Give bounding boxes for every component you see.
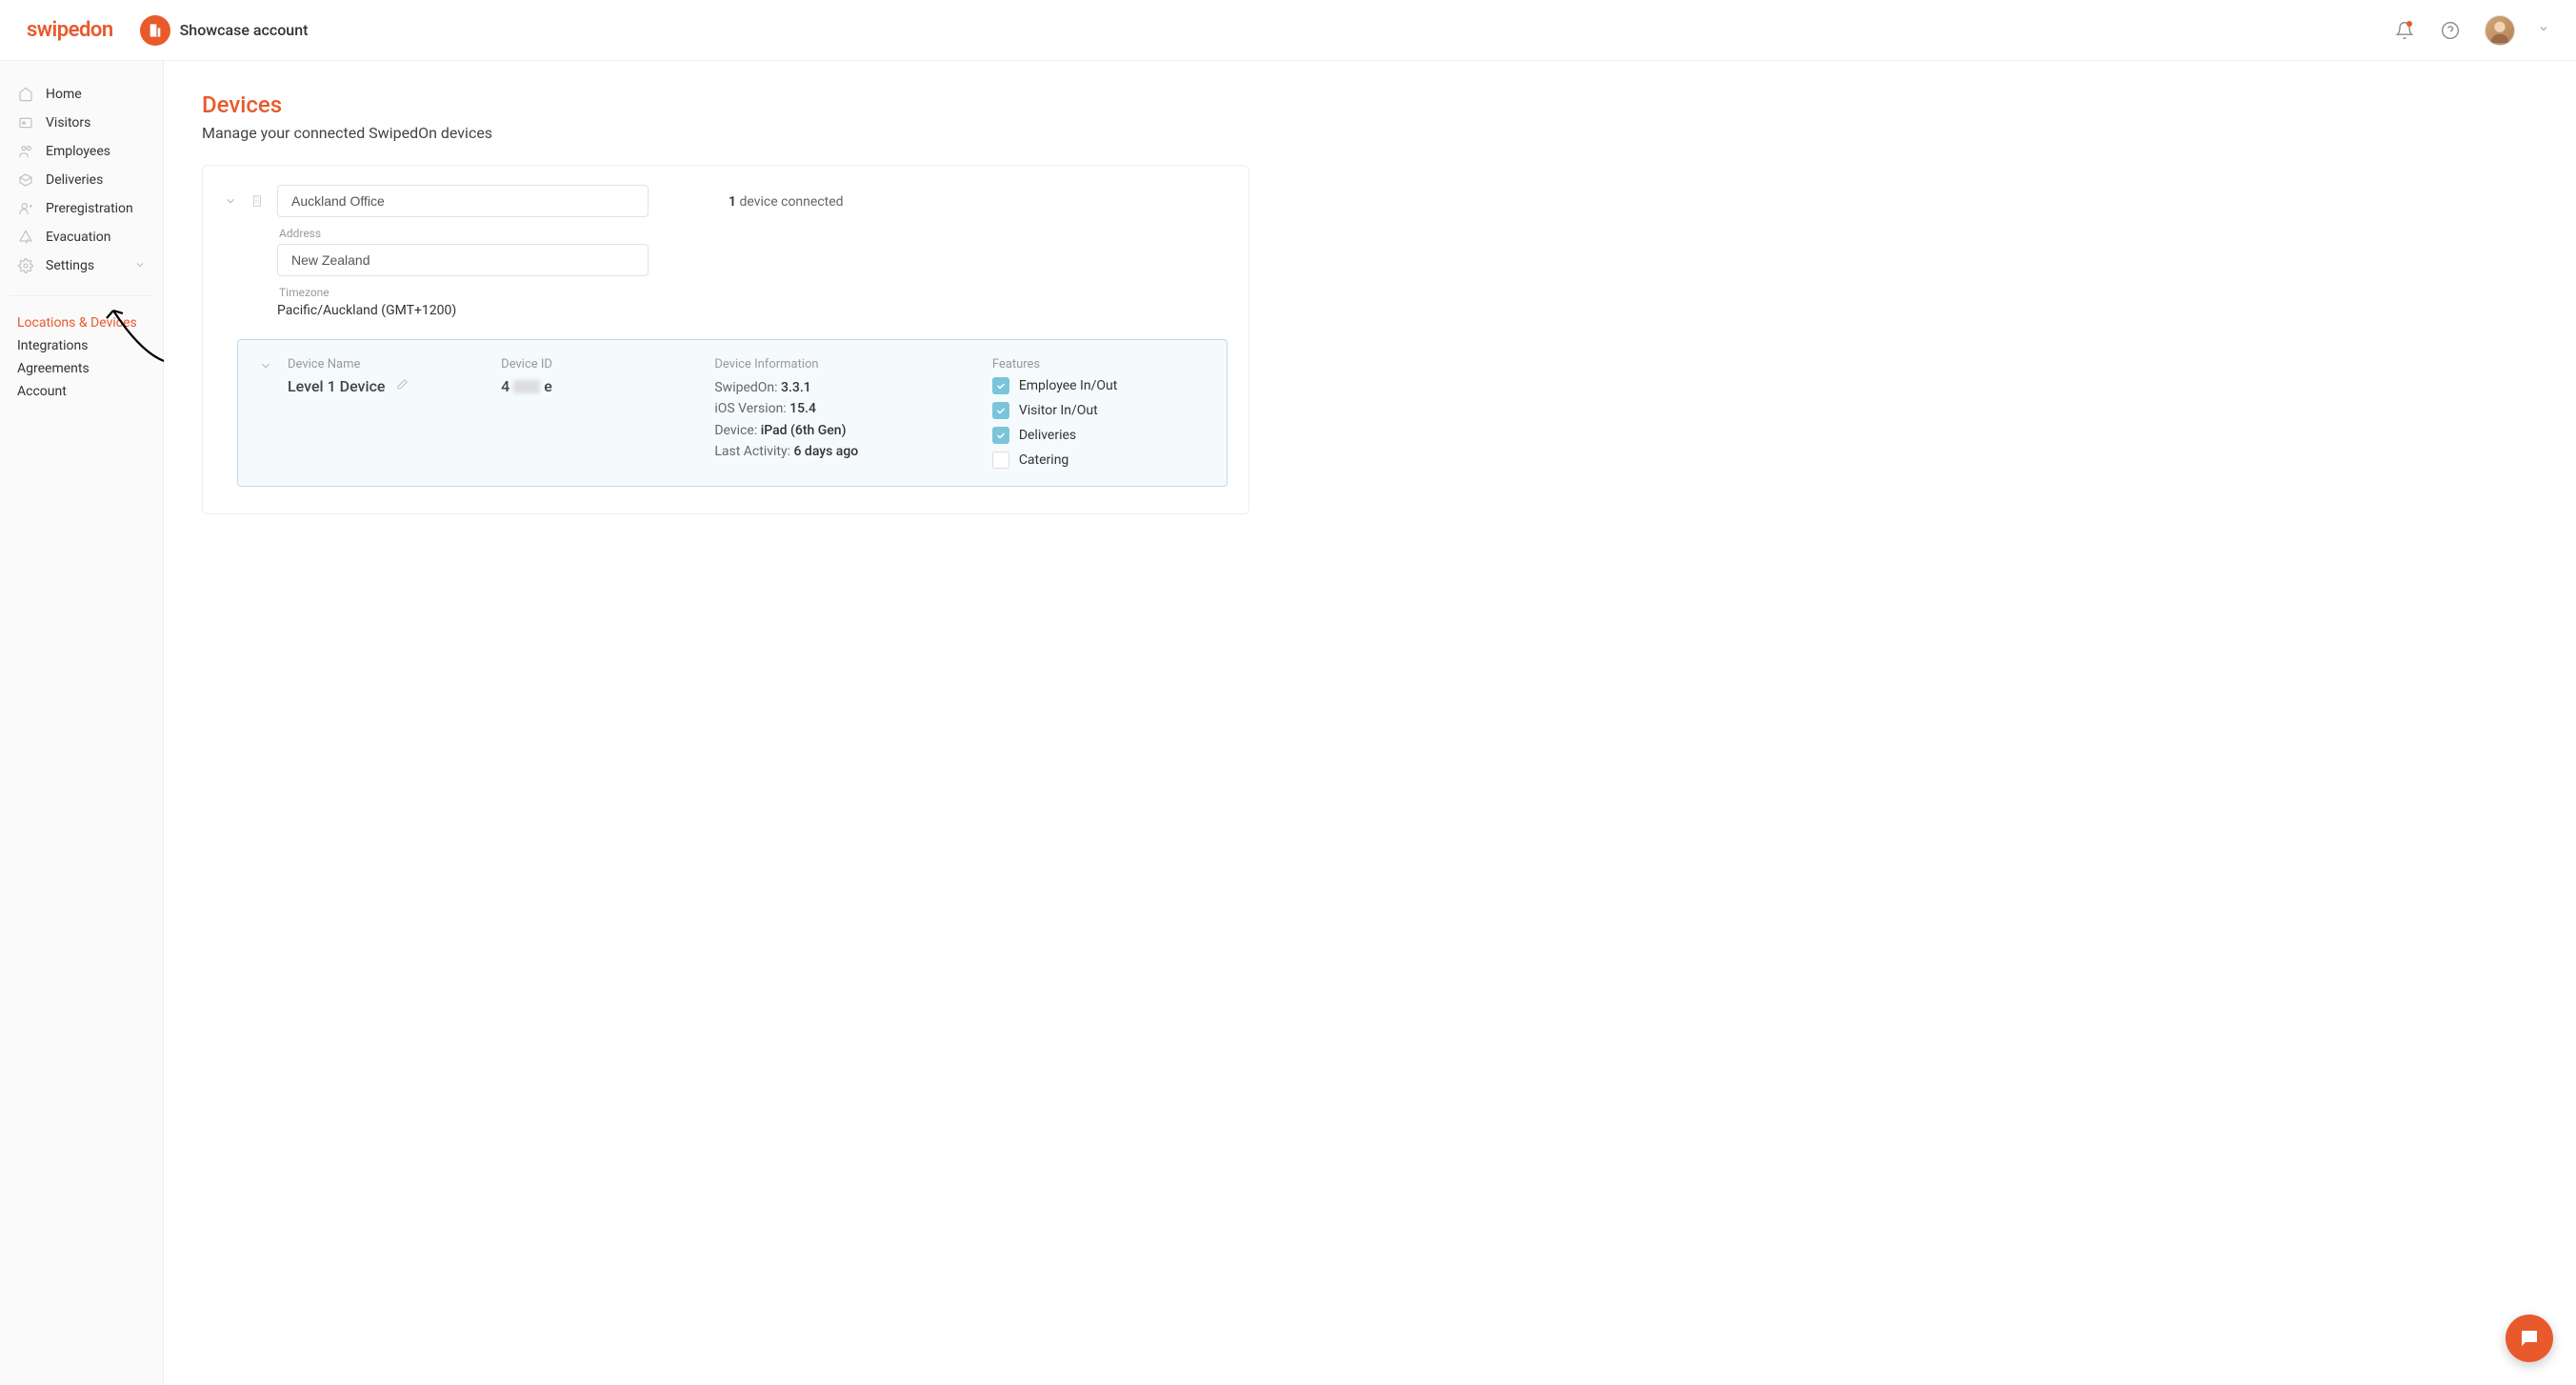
device-count-suffix: device connected: [736, 194, 844, 210]
subnav-agreements[interactable]: Agreements: [17, 357, 146, 380]
device-count-status: 1 device connected: [729, 194, 844, 210]
top-header: swipedon Showcase account: [0, 0, 2576, 61]
sidebar-item-label: Evacuation: [46, 230, 110, 245]
help-icon: [2441, 21, 2460, 40]
home-icon: [17, 86, 34, 103]
evacuation-icon: [17, 229, 34, 246]
sidebar-item-evacuation[interactable]: Evacuation: [0, 223, 163, 251]
info-activity-label: Last Activity:: [714, 444, 793, 459]
feature-label: Catering: [1019, 452, 1068, 468]
device-name: Level 1 Device: [288, 377, 386, 395]
device-row: Device Name Level 1 Device Device ID 4 e: [237, 339, 1228, 487]
chat-icon: [2518, 1327, 2541, 1350]
feature-employee-inout: Employee In/Out: [992, 377, 1206, 394]
page-subtitle: Manage your connected SwipedOn devices: [202, 124, 2538, 142]
subnav-account[interactable]: Account: [17, 380, 146, 403]
location-card: Address Timezone Pacific/Auckland (GMT+1…: [202, 165, 1249, 514]
notification-dot: [2406, 21, 2412, 27]
help-button[interactable]: [2439, 19, 2462, 42]
deliveries-icon: [17, 171, 34, 189]
address-label: Address: [279, 227, 649, 240]
sidebar-item-deliveries[interactable]: Deliveries: [0, 166, 163, 194]
sidebar-item-settings[interactable]: Settings: [0, 251, 163, 280]
timezone-label: Timezone: [279, 286, 649, 299]
chevron-down-icon: [134, 259, 146, 273]
info-ios-label: iOS Version:: [714, 401, 789, 416]
subnav-integrations[interactable]: Integrations: [17, 334, 146, 357]
sidebar-item-home[interactable]: Home: [0, 80, 163, 109]
location-name-input[interactable]: [277, 185, 649, 217]
office-icon: [250, 194, 264, 211]
device-collapse-toggle[interactable]: [259, 359, 288, 376]
timezone-value: Pacific/Auckland (GMT+1200): [277, 303, 649, 318]
feature-checkbox-catering[interactable]: [992, 452, 1009, 469]
nav-divider: [10, 295, 153, 296]
feature-label: Deliveries: [1019, 428, 1076, 443]
page-title: Devices: [202, 91, 2538, 118]
device-id-redacted: [513, 380, 540, 393]
column-header-features: Features: [992, 357, 1206, 371]
feature-visitor-inout: Visitor In/Out: [992, 402, 1206, 419]
logo[interactable]: swipedon: [27, 18, 113, 42]
sidebar-item-label: Visitors: [46, 115, 90, 130]
location-address-input[interactable]: [277, 244, 649, 276]
account-badge[interactable]: [140, 15, 170, 46]
sidebar-item-label: Employees: [46, 144, 110, 159]
info-swipedon-value: 3.3.1: [781, 380, 811, 395]
building-icon: [148, 23, 163, 38]
feature-checkbox-deliveries[interactable]: [992, 427, 1009, 444]
employees-icon: [17, 143, 34, 160]
subnav-locations-devices[interactable]: Locations & Devices: [17, 311, 146, 334]
info-device-value: iPad (6th Gen): [761, 423, 847, 438]
user-menu-caret[interactable]: [2538, 23, 2549, 37]
primary-nav: Home Visitors Employees Deliveries Prere…: [0, 80, 163, 280]
feature-label: Employee In/Out: [1019, 378, 1117, 393]
settings-subnav: Locations & Devices Integrations Agreeme…: [0, 311, 163, 403]
sidebar-item-label: Settings: [46, 258, 94, 273]
device-features-column: Features Employee In/Out Visitor In/Out: [992, 357, 1206, 469]
sidebar: Home Visitors Employees Deliveries Prere…: [0, 61, 164, 1385]
header-right: [2393, 15, 2549, 46]
sidebar-item-visitors[interactable]: Visitors: [0, 109, 163, 137]
chevron-down-icon: [224, 194, 237, 208]
gear-icon: [17, 257, 34, 274]
info-swipedon-label: SwipedOn:: [714, 380, 781, 395]
info-activity-value: 6 days ago: [794, 444, 859, 459]
account-name[interactable]: Showcase account: [180, 21, 309, 39]
column-header-name: Device Name: [288, 357, 501, 371]
sidebar-item-label: Home: [46, 87, 82, 102]
device-name-column: Device Name Level 1 Device: [288, 357, 501, 395]
feature-catering: Catering: [992, 452, 1206, 469]
chat-launcher[interactable]: [2506, 1315, 2553, 1362]
device-id-column: Device ID 4 e: [501, 357, 714, 395]
preregistration-icon: [17, 200, 34, 217]
avatar[interactable]: [2485, 15, 2515, 46]
feature-label: Visitor In/Out: [1019, 403, 1098, 418]
chevron-down-icon: [2538, 23, 2549, 34]
location-collapse-toggle[interactable]: [224, 194, 237, 211]
visitors-icon: [17, 114, 34, 131]
header-left: swipedon Showcase account: [27, 15, 308, 46]
sidebar-item-label: Deliveries: [46, 172, 103, 188]
main-content: Devices Manage your connected SwipedOn d…: [164, 61, 2576, 1385]
device-id-prefix: 4: [501, 377, 509, 395]
column-header-id: Device ID: [501, 357, 714, 371]
sidebar-item-label: Preregistration: [46, 201, 133, 216]
device-count-number: 1: [729, 194, 736, 210]
chevron-down-icon: [259, 359, 272, 372]
sidebar-item-preregistration[interactable]: Preregistration: [0, 194, 163, 223]
edit-device-name-button[interactable]: [395, 378, 409, 395]
feature-checkbox-visitor[interactable]: [992, 402, 1009, 419]
feature-deliveries: Deliveries: [992, 427, 1206, 444]
column-header-info: Device Information: [714, 357, 991, 371]
pencil-icon: [395, 378, 409, 391]
feature-checkbox-employee[interactable]: [992, 377, 1009, 394]
info-ios-value: 15.4: [789, 401, 816, 416]
device-id-suffix: e: [544, 377, 552, 395]
avatar-image: [2486, 15, 2514, 46]
device-info-column: Device Information SwipedOn: 3.3.1 iOS V…: [714, 357, 991, 463]
info-device-label: Device:: [714, 423, 760, 438]
sidebar-item-employees[interactable]: Employees: [0, 137, 163, 166]
notifications-button[interactable]: [2393, 19, 2416, 42]
